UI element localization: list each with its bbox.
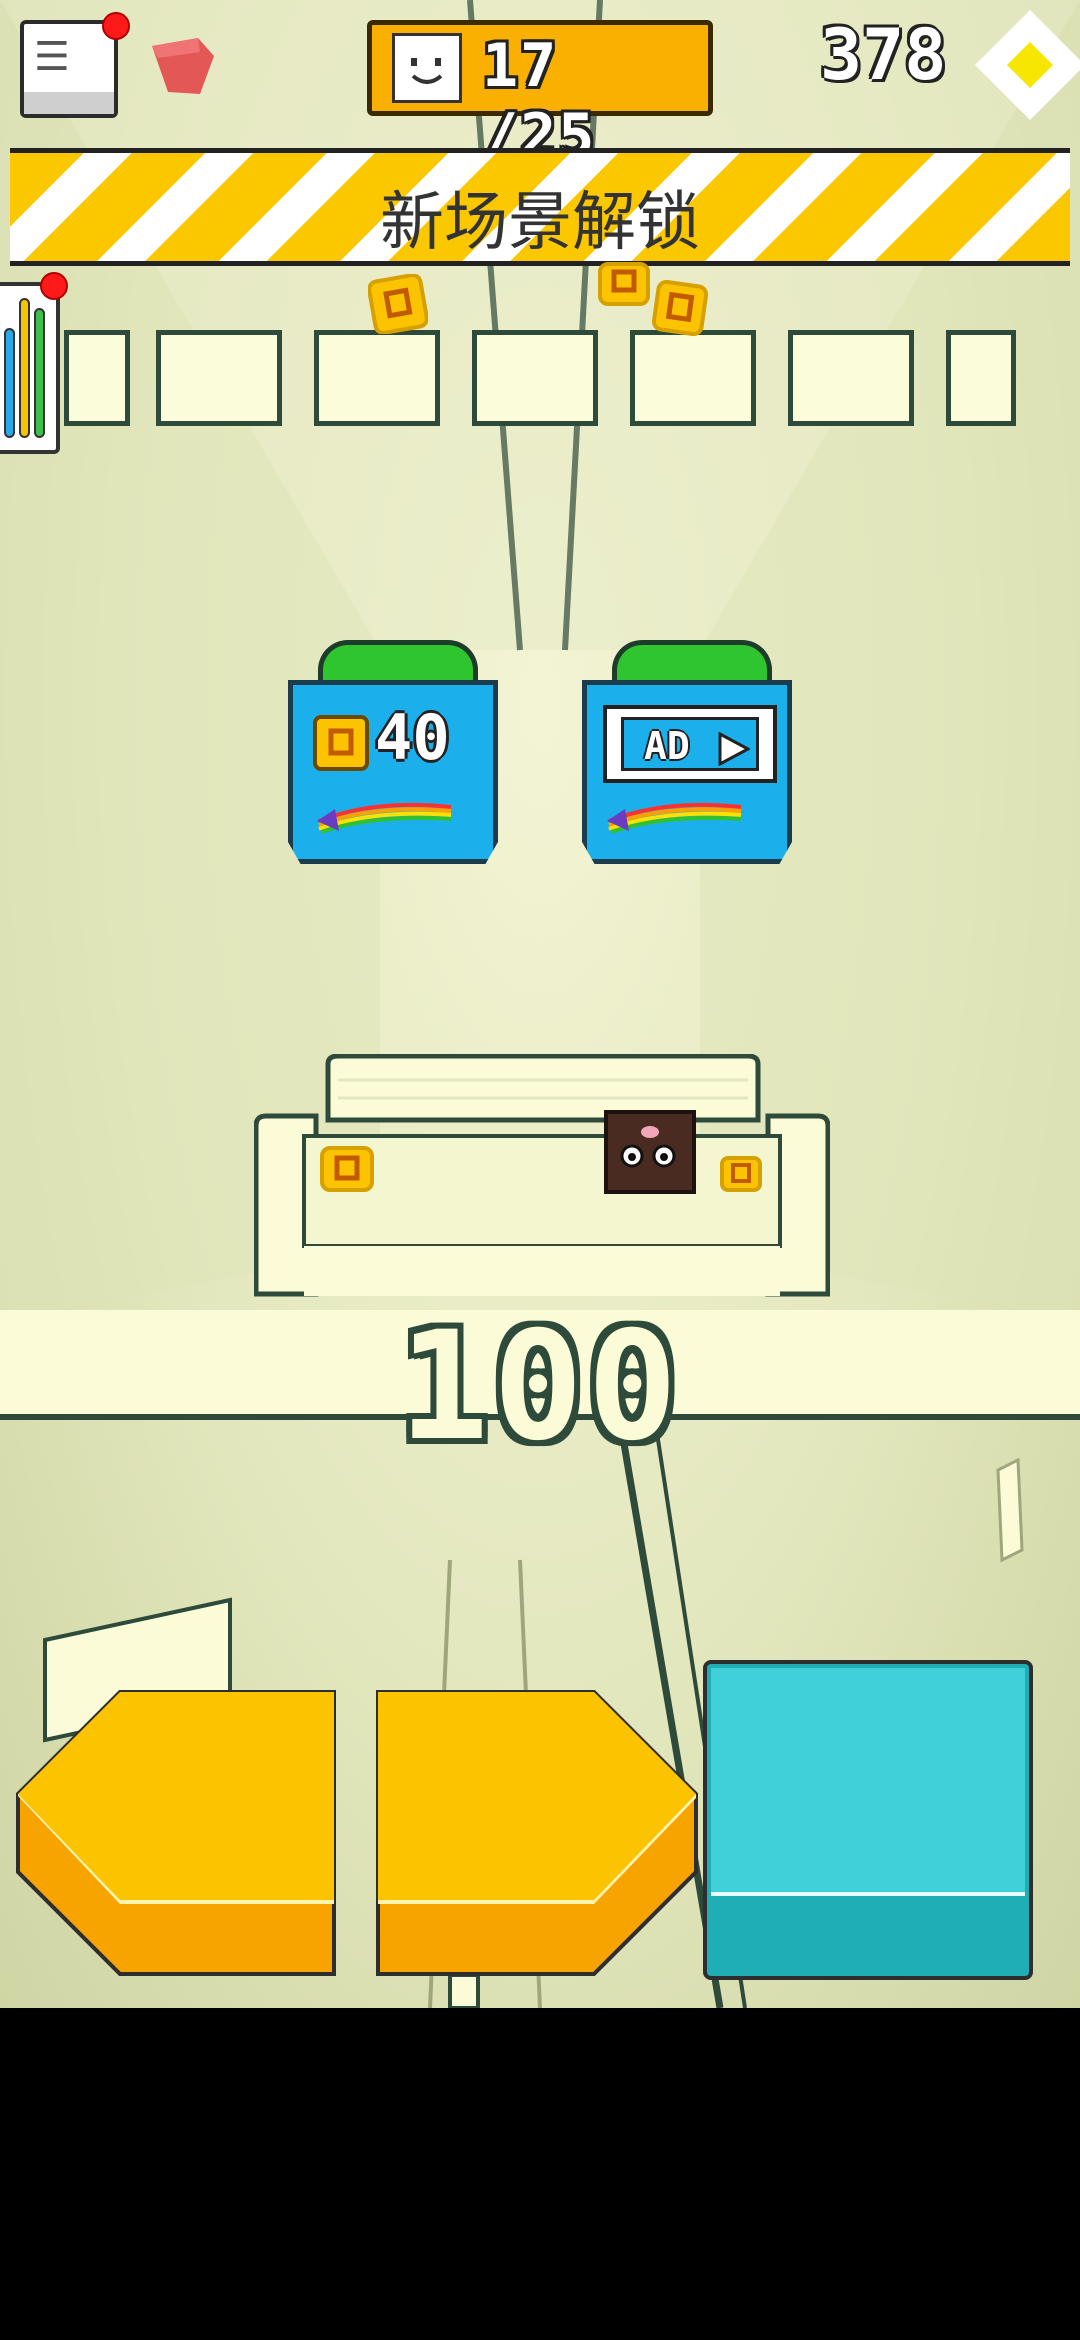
yellow-gem-icon (975, 10, 1080, 120)
jump-button[interactable] (703, 1660, 1033, 1980)
ad-label: AD (644, 724, 690, 768)
coin-price-text: 40 (375, 701, 450, 774)
stats-button[interactable] (0, 272, 68, 454)
rainbow-trail-icon (607, 802, 742, 834)
move-left-button[interactable] (16, 1690, 338, 1978)
wall-window (64, 330, 130, 426)
scene-progress-counter: 17 /25 (367, 20, 713, 171)
menu-button[interactable]: ☰ (20, 12, 130, 118)
red-hat-icon[interactable] (148, 36, 218, 96)
coin-icon (720, 1156, 762, 1192)
move-right-button[interactable] (376, 1690, 698, 1978)
gem-count: 378 (820, 14, 947, 96)
wall-window (156, 330, 282, 426)
stats-bar-yellow (19, 298, 30, 438)
menu-notification-dot (102, 12, 130, 40)
banner-text: 新场景解锁 (380, 186, 700, 260)
menu-button-base (24, 92, 114, 114)
wall-window (630, 330, 756, 426)
card-body: AD (582, 680, 792, 864)
ad-upgrade-button[interactable]: AD (582, 640, 792, 864)
score-display: 100 (398, 1300, 682, 1474)
ad-video-icon: AD (603, 705, 777, 783)
wall-window (314, 330, 440, 426)
game-scene: ☰ 17 /25 378 新场景解锁 40 AD 100 (0, 0, 1080, 2008)
coin-icon (652, 280, 708, 336)
smiley-face-icon (392, 33, 462, 103)
stats-notification-dot (40, 272, 68, 300)
coin-icon (313, 715, 369, 771)
rainbow-trail-icon (317, 802, 452, 834)
card-body: 40 (288, 680, 498, 864)
wall-window (472, 330, 598, 426)
coin-upgrade-button[interactable]: 40 (288, 640, 498, 864)
coin-icon (320, 1146, 374, 1192)
play-icon (718, 732, 750, 766)
menu-icon: ☰ (34, 34, 70, 80)
wall-window (946, 330, 1016, 426)
wall-window (788, 330, 914, 426)
new-scene-banner: 新场景解锁 (10, 148, 1070, 266)
coin-icon (368, 274, 428, 334)
stats-bar-blue (4, 328, 15, 438)
coin-icon (598, 262, 650, 306)
character-block (604, 1110, 696, 1194)
stats-bar-green (34, 308, 45, 438)
